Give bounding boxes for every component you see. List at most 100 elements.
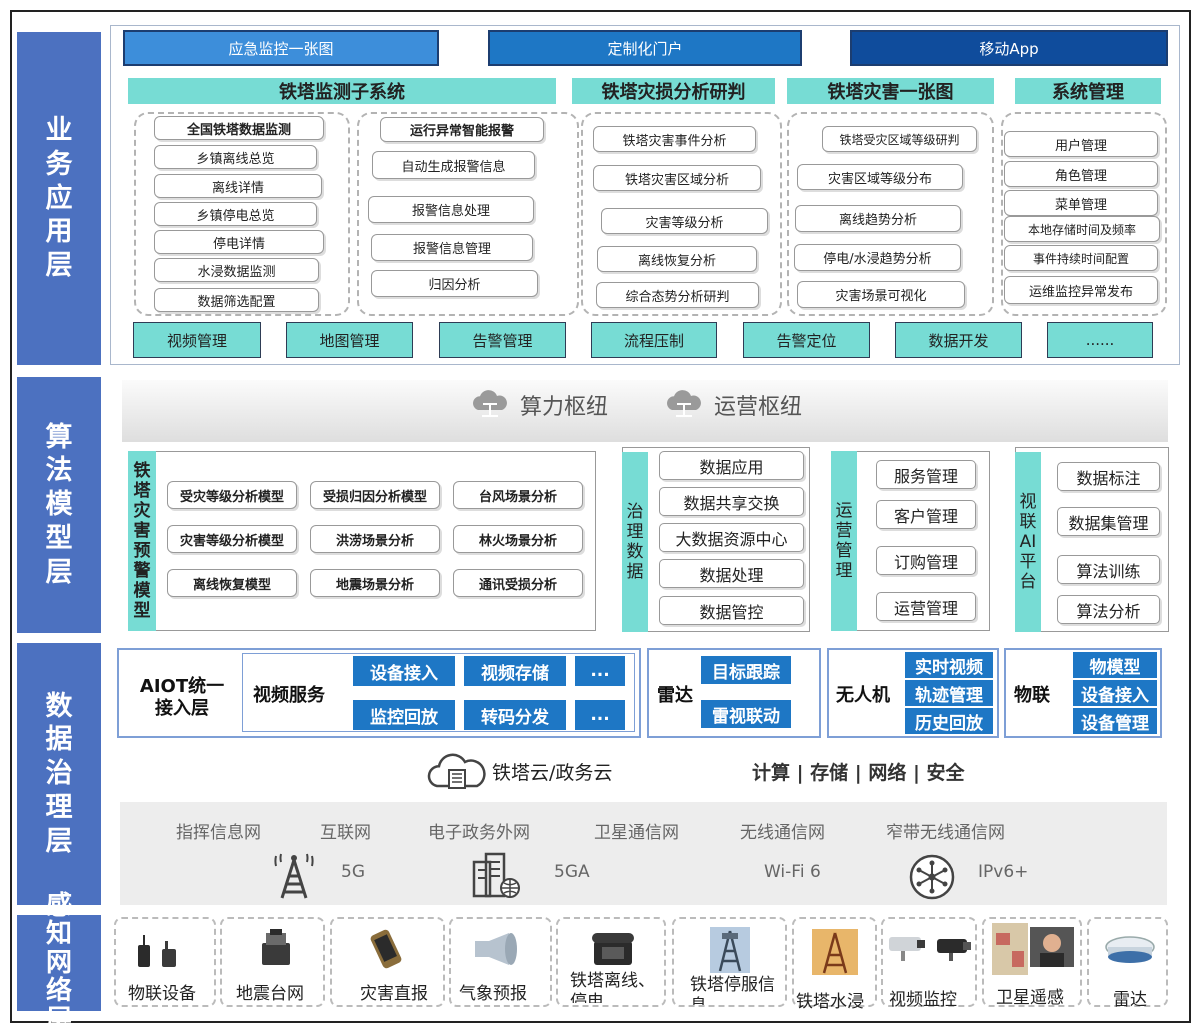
radar-target-tracking[interactable]: 目标跟踪 — [701, 656, 791, 684]
item-town-offline-overview[interactable]: 乡镇离线总览 — [154, 145, 317, 169]
video-more-2[interactable]: ... — [575, 700, 625, 730]
btn-map-management[interactable]: 地图管理 — [286, 322, 413, 358]
telephone-icon — [592, 933, 634, 965]
btn-alarm-management[interactable]: 告警管理 — [439, 322, 566, 358]
video-storage[interactable]: 视频存储 — [464, 656, 566, 686]
item-data-filter-config[interactable]: 数据筛选配置 — [154, 288, 319, 312]
item-outage-detail[interactable]: 停电详情 — [154, 230, 324, 254]
model-affected-level[interactable]: 受灾等级分析模型 — [167, 481, 297, 509]
drone-track-management[interactable]: 轨迹管理 — [905, 680, 993, 706]
ops-customer-management[interactable]: 客户管理 — [876, 500, 976, 529]
ops-order-management[interactable]: 订购管理 — [876, 546, 976, 575]
drone-live-video[interactable]: 实时视频 — [905, 652, 993, 678]
radar-video-link[interactable]: 雷视联动 — [701, 700, 791, 728]
item-alarm-processing[interactable]: 报警信息处理 — [368, 196, 534, 223]
iot-device-management[interactable]: 设备管理 — [1073, 708, 1157, 734]
compute-hub-label: 算力枢纽 — [520, 395, 609, 420]
iot-device-access[interactable]: 设备接入 — [1073, 680, 1157, 706]
tab-custom-portal[interactable]: 定制化门户 — [488, 30, 802, 66]
model-damage-cause[interactable]: 受损归因分析模型 — [310, 481, 440, 509]
ops-operation-management[interactable]: 运营管理 — [876, 592, 976, 621]
sensor-label: 雷达 — [1113, 990, 1147, 1010]
btn-more[interactable]: ...... — [1047, 322, 1153, 358]
monitoring-subsystem-title: 铁塔监测子系统 — [128, 78, 556, 104]
item-user-management[interactable]: 用户管理 — [1004, 131, 1158, 157]
item-flood-monitoring[interactable]: 水浸数据监测 — [154, 258, 319, 282]
gov-big-data-center[interactable]: 大数据资源中心 — [659, 523, 804, 552]
sensor-radar[interactable]: 雷达 — [1087, 917, 1168, 1010]
sensor-weather-forecast[interactable]: 气象预报 — [449, 917, 552, 1007]
net-satellite: 卫星通信网 — [594, 823, 679, 843]
btn-alarm-locate[interactable]: 告警定位 — [743, 322, 870, 358]
ops-service-management[interactable]: 服务管理 — [876, 460, 976, 489]
item-scene-visualization[interactable]: 灾害场景可视化 — [797, 281, 965, 308]
ai-data-labeling[interactable]: 数据标注 — [1057, 462, 1160, 491]
item-disaster-level-analysis[interactable]: 灾害等级分析 — [601, 208, 768, 234]
btn-data-development[interactable]: 数据开发 — [895, 322, 1022, 358]
sensor-video-surveillance[interactable]: 视频监控 — [881, 917, 977, 1010]
model-typhoon-scene[interactable]: 台风场景分析 — [453, 481, 583, 509]
sensor-disaster-report[interactable]: 灾害直报 — [330, 917, 445, 1007]
btn-video-management[interactable]: 视频管理 — [133, 322, 261, 358]
gov-data-application[interactable]: 数据应用 — [659, 451, 804, 480]
model-disaster-level[interactable]: 灾害等级分析模型 — [167, 525, 297, 553]
sensor-satellite-remote[interactable]: 卫星遥感 — [982, 917, 1082, 1008]
item-town-outage-overview[interactable]: 乡镇停电总览 — [154, 202, 317, 226]
tab-emergency-map[interactable]: 应急监控一张图 — [123, 30, 439, 66]
item-auto-alarm-info[interactable]: 自动生成报警信息 — [372, 151, 535, 179]
tab-mobile-app[interactable]: 移动App — [850, 30, 1168, 66]
sensor-iot-device[interactable]: 物联设备 — [114, 917, 216, 1007]
item-area-level-distribution[interactable]: 灾害区域等级分布 — [797, 164, 963, 190]
btn-process-suppress[interactable]: 流程压制 — [591, 322, 717, 358]
sensor-label: 灾害直报 — [360, 984, 428, 1004]
layer-label-sensing: 感知网络层 — [17, 891, 101, 1029]
item-menu-management[interactable]: 菜单管理 — [1004, 190, 1158, 216]
sensor-label: 气象预报 — [459, 984, 527, 1004]
item-outage-flood-trend[interactable]: 停电/水浸趋势分析 — [794, 244, 961, 271]
sensor-label: 卫星遥感 — [996, 988, 1064, 1008]
item-root-cause-analysis[interactable]: 归因分析 — [371, 270, 538, 297]
radar-title: 雷达 — [657, 685, 693, 706]
item-national-tower-monitoring[interactable]: 全国铁塔数据监测 — [154, 116, 324, 140]
item-storage-time-config[interactable]: 本地存储时间及频率 — [1004, 216, 1160, 242]
item-offline-trend[interactable]: 离线趋势分析 — [795, 205, 961, 232]
video-device-access[interactable]: 设备接入 — [353, 656, 455, 686]
item-offline-detail[interactable]: 离线详情 — [154, 174, 322, 198]
item-damage-event-analysis[interactable]: 铁塔灾害事件分析 — [593, 126, 756, 152]
model-flood-scene[interactable]: 洪涝场景分析 — [310, 525, 440, 553]
ai-algorithm-analysis[interactable]: 算法分析 — [1057, 595, 1160, 624]
sensor-tower-flood[interactable]: 铁塔水浸 — [792, 917, 877, 1012]
gov-data-processing[interactable]: 数据处理 — [659, 559, 804, 588]
ai-dataset-management[interactable]: 数据集管理 — [1057, 507, 1160, 536]
sensor-tower-offline[interactable]: 铁塔离线、停电 — [556, 917, 666, 1007]
item-role-management[interactable]: 角色管理 — [1004, 161, 1158, 187]
item-damage-region-analysis[interactable]: 铁塔灾害区域分析 — [593, 165, 761, 191]
iot-thing-model[interactable]: 物模型 — [1073, 652, 1157, 678]
video-transcode[interactable]: 转码分发 — [464, 700, 566, 730]
system-management-title: 系统管理 — [1015, 78, 1161, 104]
item-situation-analysis[interactable]: 综合态势分析研判 — [596, 282, 759, 308]
video-monitor-playback[interactable]: 监控回放 — [353, 700, 455, 730]
ai-algorithm-training[interactable]: 算法训练 — [1057, 555, 1160, 584]
drone-title: 无人机 — [836, 685, 890, 706]
model-telecom-damage[interactable]: 通讯受损分析 — [453, 569, 583, 597]
sensor-seismic-network[interactable]: 地震台网 — [220, 917, 325, 1007]
item-offline-recovery-analysis[interactable]: 离线恢复分析 — [597, 246, 757, 272]
video-more-1[interactable]: ... — [575, 656, 625, 686]
sensor-tower-outage[interactable]: 铁塔停服信息 — [672, 917, 787, 1007]
sensor-label: 铁塔停服信息 — [690, 975, 775, 1005]
item-affected-area-level[interactable]: 铁塔受灾区域等级研判 — [822, 126, 977, 152]
gov-data-control[interactable]: 数据管控 — [659, 596, 804, 625]
item-smart-alarm[interactable]: 运行异常智能报警 — [380, 117, 544, 142]
item-ops-alarm-publish[interactable]: 运维监控异常发布 — [1004, 276, 1158, 304]
item-event-duration-config[interactable]: 事件持续时间配置 — [1004, 245, 1158, 271]
model-offline-recovery[interactable]: 离线恢复模型 — [167, 569, 297, 597]
governance-title: 治理数据 — [622, 452, 648, 632]
gov-data-sharing[interactable]: 数据共享交换 — [659, 487, 804, 516]
damage-analysis-title: 铁塔灾损分析研判 — [572, 78, 775, 104]
item-alarm-management[interactable]: 报警信息管理 — [371, 234, 533, 261]
tech-5g: 5G — [341, 862, 365, 882]
model-earthquake-scene[interactable]: 地震场景分析 — [310, 569, 440, 597]
model-fire-scene[interactable]: 林火场景分析 — [453, 525, 583, 553]
drone-history-playback[interactable]: 历史回放 — [905, 708, 993, 734]
